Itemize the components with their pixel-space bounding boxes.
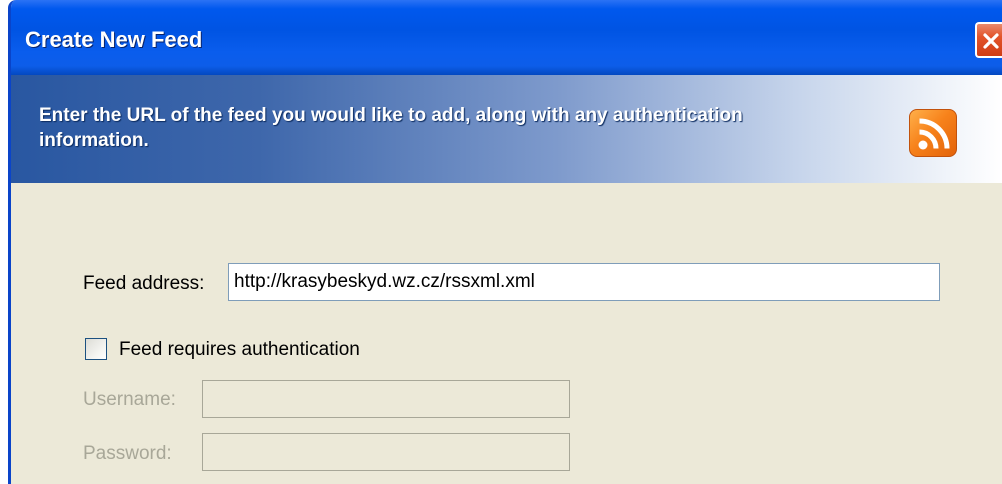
feed-address-label: Feed address: (83, 273, 205, 294)
create-new-feed-dialog: Create New Feed Enter the URL of the fee… (8, 0, 1002, 484)
form-area: Feed address: Feed requires authenticati… (11, 183, 1002, 484)
password-input[interactable] (202, 433, 570, 471)
title-bar[interactable]: Create New Feed (11, 0, 1002, 75)
feed-address-input[interactable] (228, 263, 940, 301)
close-button[interactable] (975, 22, 1002, 58)
username-input[interactable] (202, 380, 570, 418)
close-icon (983, 33, 999, 49)
requires-authentication-label[interactable]: Feed requires authentication (119, 339, 360, 361)
password-label: Password: (83, 443, 172, 464)
username-label: Username: (83, 389, 176, 410)
header-banner: Enter the URL of the feed you would like… (11, 75, 1002, 183)
rss-feed-icon (909, 109, 957, 157)
instructions-text: Enter the URL of the feed you would like… (39, 105, 743, 151)
requires-authentication-checkbox[interactable] (85, 338, 107, 360)
window-title: Create New Feed (25, 27, 203, 52)
